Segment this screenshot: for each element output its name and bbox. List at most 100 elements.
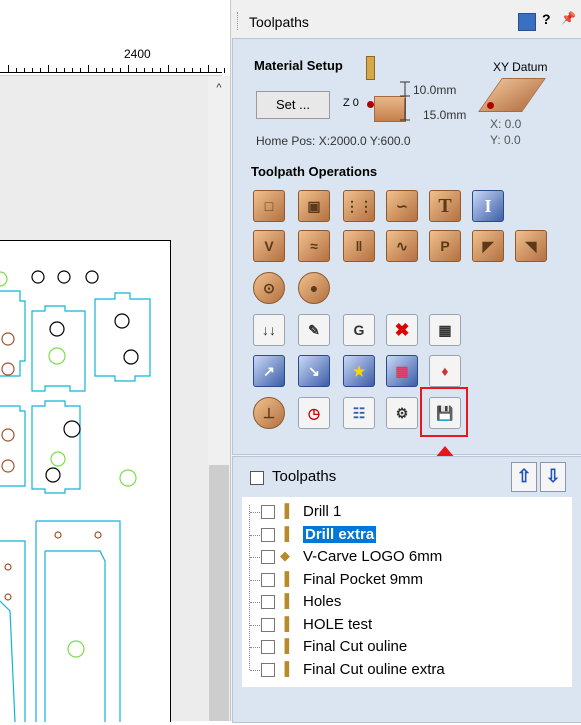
profile-toolpath-icon[interactable]: □ [253,190,285,222]
tree-branch [250,647,260,648]
arrow-down-icon[interactable]: ⇩ [540,462,566,492]
drag-grip-icon[interactable] [237,12,240,30]
toolpath-checkbox[interactable] [261,595,275,609]
ruler-tick [72,68,73,73]
tool-database-icon[interactable]: ☷ [343,397,375,429]
toolpath-row[interactable]: ▐ Drill 1 [249,502,569,522]
toolpath-label[interactable]: Drill 1 [303,503,341,520]
toolpath-row[interactable]: ▐ Final Cut ouline [249,637,569,657]
endmill-icon: ▐ [280,615,290,631]
material-set-button[interactable]: Set ... [256,91,330,119]
toolpath-checkbox[interactable] [261,550,275,564]
ruler-tick [128,65,129,73]
calculator-icon[interactable]: ▦ [429,314,461,346]
toolpath-label[interactable]: Holes [303,593,341,610]
toolpath-label[interactable]: Final Cut ouline [303,638,407,655]
save-template-icon[interactable]: ↘ [298,355,330,387]
toolpath-label[interactable]: Final Cut ouline extra [303,661,445,678]
toolpath-row[interactable]: ▐ Holes [249,592,569,612]
toolpath-row[interactable]: ◆ V-Carve LOGO 6mm [249,547,569,567]
preview-toolpath-icon[interactable]: ⊥ [253,397,285,429]
z-origin-icon [367,101,374,108]
tree-branch [250,579,260,581]
ruler-tick [112,68,113,73]
ruler-line [0,72,222,73]
home-position: Home Pos: X:2000.0 Y:600.0 [256,134,411,148]
toolpath-templates-icon[interactable]: ↓↓ [253,314,285,346]
ruler-tick [224,68,225,73]
xy-datum-y: Y: 0.0 [490,133,521,147]
wave-texture-icon[interactable]: ∿ [386,230,418,262]
vcarve-toolpath-icon[interactable]: V [253,230,285,262]
ruler-tick [192,68,193,73]
drill-icon: ▐ [280,503,290,518]
material-thickness-dimension: 15.0mm [423,108,467,122]
3d-finishing-icon[interactable]: ● [298,272,330,304]
ruler-tick [64,68,65,73]
template-insert-icon[interactable]: ★ [343,355,375,387]
text-engrave-icon[interactable]: T [429,190,461,222]
ruler-tick [200,68,201,73]
toolpath-label[interactable]: HOLE test [303,616,372,633]
merge-toolpaths-icon[interactable]: G [343,314,375,346]
fluting-toolpath-icon[interactable]: ≈ [298,230,330,262]
ruler-tick [32,68,33,73]
tool-icon [366,56,375,80]
toolpath-label[interactable]: Drill extra [303,525,377,543]
arrow-up-icon[interactable]: ⇧ [511,462,537,492]
tree-branch [250,602,260,603]
vcarve-icon: ◆ [280,548,290,563]
endmill-icon: ▐ [280,570,290,586]
dock-icon[interactable] [518,13,536,31]
chamfer-toolpath-icon[interactable]: ◥ [515,230,547,262]
datum-origin-icon [487,102,494,109]
template-variables-icon[interactable]: ♦ [429,355,461,387]
time-estimate-icon[interactable]: ◷ [298,397,330,429]
ruler: 2400 [0,45,241,76]
toolpath-checkbox[interactable] [261,527,275,542]
template-manage-icon[interactable]: ▦ [386,355,418,387]
delete-toolpath-icon[interactable]: ✖ [386,314,418,346]
quick-engrave-icon[interactable]: ∽ [386,190,418,222]
ruler-tick [160,68,161,73]
toolpath-checkbox[interactable] [261,662,275,677]
toolpath-checkbox[interactable] [261,505,275,519]
drilling-toolpath-icon[interactable]: ⋮⋮ [343,190,375,222]
toolpath-row[interactable]: ▐ Final Pocket 9mm [249,570,569,590]
xy-datum-title: XY Datum [493,60,548,74]
postprocessor-settings-icon[interactable]: ⚙ [386,397,418,429]
ruler-tick [104,68,105,73]
texture-toolpath-icon[interactable]: ‖ [343,230,375,262]
endmill-icon: ▐ [280,593,290,608]
help-button[interactable]: ? [542,11,551,27]
tree-branch [250,534,260,536]
scroll-up-icon[interactable]: ^ [208,78,230,98]
toolpath-label[interactable]: V-Carve LOGO 6mm [303,548,442,565]
vector-drawing[interactable] [0,241,170,723]
toolpath-row[interactable]: ▐ Final Cut ouline extra [249,660,569,680]
ruler-tick [8,65,9,73]
toolpath-row[interactable]: ▐ Drill extra [249,525,569,545]
toolpath-label[interactable]: Final Pocket 9mm [303,571,423,588]
toolpaths-select-all-checkbox[interactable] [250,471,264,485]
3d-roughing-icon[interactable]: ⊙ [253,272,285,304]
toolpath-checkbox[interactable] [261,617,275,632]
toolpath-checkbox[interactable] [261,640,275,654]
endmill-icon: ▐ [280,660,290,676]
inlay-toolpath-icon[interactable]: I [472,190,504,222]
material-setup-title: Material Setup [254,58,343,73]
ruler-tick [136,68,137,73]
open-template-icon[interactable]: ↗ [253,355,285,387]
edit-toolpath-icon[interactable]: ✎ [298,314,330,346]
ruler-tick [16,68,17,73]
toolpath-checkbox[interactable] [261,572,275,587]
pocket-toolpath-icon[interactable]: ▣ [298,190,330,222]
scrollbar-thumb[interactable] [209,465,229,721]
material-sheet[interactable] [0,240,171,723]
moulding-toolpath-icon[interactable]: ◤ [472,230,504,262]
prism-carve-icon[interactable]: P [429,230,461,262]
toolpaths-list-title: Toolpaths [272,468,337,485]
ruler-tick [24,68,25,73]
toolpath-row[interactable]: ▐ HOLE test [249,615,569,635]
pin-icon[interactable]: 📌 [561,11,576,25]
